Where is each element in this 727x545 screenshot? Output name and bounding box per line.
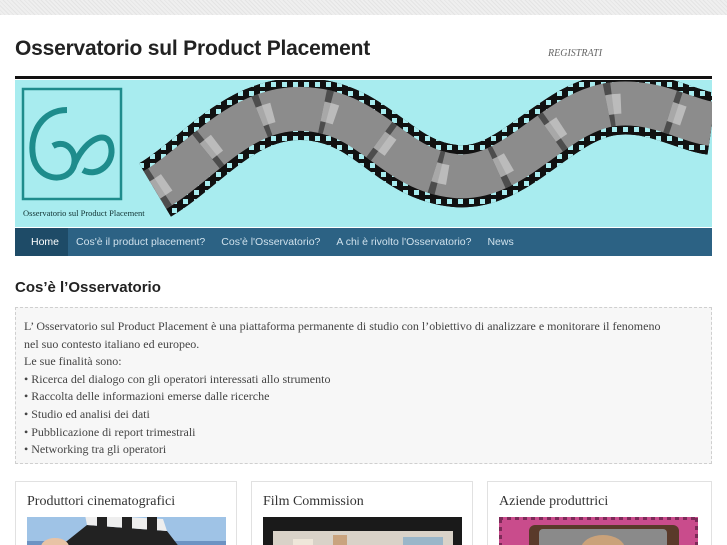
audience-cards: Produttori cinematografici Film Commissi… <box>15 481 712 545</box>
film-strip <box>138 80 712 217</box>
site-title[interactable]: Osservatorio sul Product Placement <box>15 37 370 61</box>
section-title: Cos’è l’Osservatorio <box>15 279 161 296</box>
page: Osservatorio sul Product Placement REGIS… <box>0 15 727 545</box>
card-image-film-set[interactable] <box>263 517 462 545</box>
list-item: • Ricerca del dialogo con gli operatori … <box>24 371 331 386</box>
nav-item-home[interactable]: Home <box>15 228 69 256</box>
content-line: Le sue finalità sono: <box>24 354 122 369</box>
register-link[interactable]: REGISTRATI <box>548 48 602 59</box>
card-aziende[interactable]: Aziende produttrici <box>487 481 712 545</box>
list-item: • Pubblicazione di report trimestrali <box>24 424 196 439</box>
header-divider <box>15 76 712 79</box>
card-image-clapperboard[interactable] <box>27 517 226 545</box>
nav-item-osservatorio[interactable]: Cos'è l'Osservatorio? <box>213 228 328 256</box>
card-produttori[interactable]: Produttori cinematografici <box>15 481 237 545</box>
nav-item-news[interactable]: News <box>479 228 521 256</box>
logo: Osservatorio sul Product Placement <box>21 87 145 218</box>
list-item: • Networking tra gli operatori <box>24 442 167 457</box>
card-title[interactable]: Produttori cinematografici <box>27 494 175 510</box>
card-title[interactable]: Film Commission <box>263 494 364 510</box>
content-line: L’ Osservatorio sul Product Placement è … <box>24 319 661 333</box>
card-film-commission[interactable]: Film Commission <box>251 481 473 545</box>
list-item: • Raccolta delle informazioni emerse dal… <box>24 389 270 404</box>
nav-item-product-placement[interactable]: Cos'è il product placement? <box>68 228 213 256</box>
banner-graphic: Osservatorio sul Product Placement <box>21 80 712 218</box>
header-banner: Osservatorio sul Product Placement <box>15 80 712 227</box>
logo-caption: Osservatorio sul Product Placement <box>23 208 145 218</box>
nav-item-a-chi-rivolto[interactable]: A chi è rivolto l'Osservatorio? <box>328 228 479 256</box>
content-box: L’ Osservatorio sul Product Placement è … <box>15 307 712 464</box>
card-title[interactable]: Aziende produttrici <box>499 494 608 510</box>
list-item: • Studio ed analisi dei dati <box>24 406 150 421</box>
main-nav: Home Cos'è il product placement? Cos'è l… <box>15 228 712 256</box>
card-image-tv[interactable] <box>499 517 698 545</box>
content-line: nel suo contesto italiano ed europeo. <box>24 336 200 351</box>
